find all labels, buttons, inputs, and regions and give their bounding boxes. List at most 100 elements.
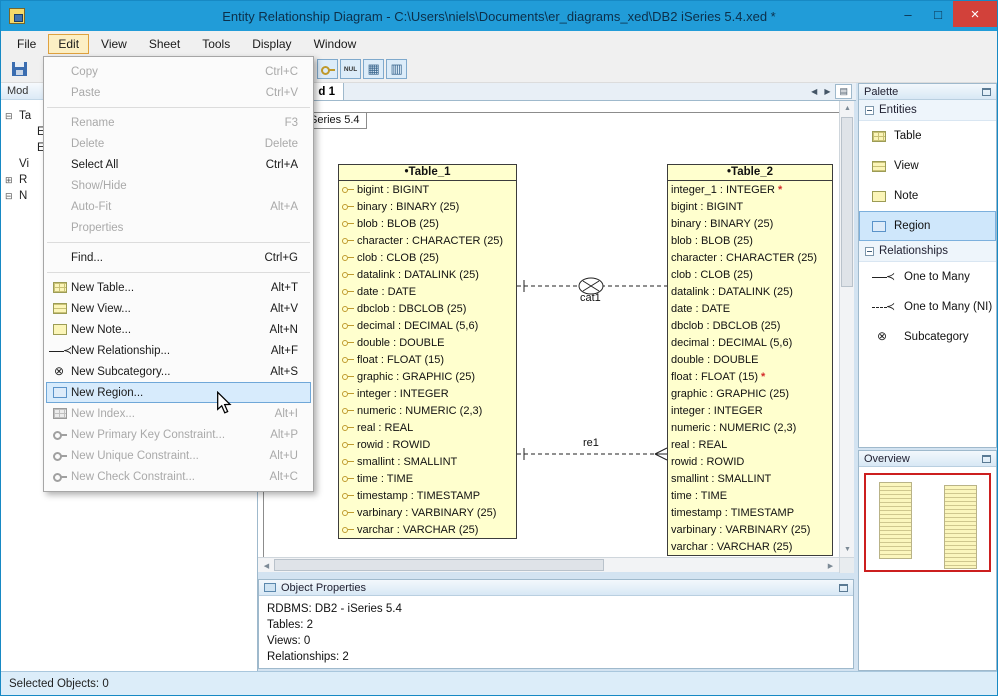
menu-item[interactable]: View — [91, 34, 137, 54]
tree-expander-icon[interactable]: ⊞ — [5, 175, 16, 186]
entity-table-1[interactable]: •Table_1 bigint : BIGINT binary : BINARY… — [338, 164, 517, 539]
scroll-up-icon[interactable]: ▲ — [840, 101, 855, 116]
vertical-scroll-thumb[interactable] — [841, 117, 853, 287]
table-column-row[interactable]: varchar : VARCHAR (25) — [339, 521, 516, 538]
table-column-row[interactable]: float : FLOAT (15) * — [668, 368, 832, 385]
palette-item[interactable]: One to Many — [859, 262, 996, 292]
table-column-row[interactable]: smallint : SMALLINT — [339, 453, 516, 470]
palette-item[interactable]: Table — [859, 121, 996, 151]
palette-item[interactable]: Subcategory — [859, 322, 996, 352]
edit-menu-item[interactable]: Select All Ctrl+A — [46, 154, 311, 175]
palette-item[interactable]: Note — [859, 181, 996, 211]
tab-list-button[interactable]: ▤ — [835, 84, 852, 99]
table-header[interactable]: •Table_2 — [668, 165, 832, 181]
close-button[interactable]: × — [953, 1, 997, 27]
table-column-row[interactable]: decimal : DECIMAL (5,6) — [339, 317, 516, 334]
float-panel-icon[interactable] — [982, 454, 991, 463]
toolbar-toggle-button[interactable] — [317, 59, 338, 79]
relationship-label[interactable]: re1 — [583, 437, 599, 449]
overview-viewport[interactable] — [864, 473, 991, 572]
menu-item[interactable]: Window — [304, 34, 367, 54]
palette-item[interactable]: View — [859, 151, 996, 181]
table-column-row[interactable]: dbclob : DBCLOB (25) — [668, 317, 832, 334]
menu-item[interactable]: Tools — [192, 34, 240, 54]
table-column-row[interactable]: real : REAL — [339, 419, 516, 436]
edit-menu-item[interactable]: Find... Ctrl+G — [46, 247, 311, 268]
table-column-row[interactable]: graphic : GRAPHIC (25) — [668, 385, 832, 402]
menu-item[interactable]: Edit — [48, 33, 90, 54]
table-column-row[interactable]: double : DOUBLE — [668, 351, 832, 368]
table-column-row[interactable]: dbclob : DBCLOB (25) — [339, 300, 516, 317]
palette-item[interactable]: One to Many (NI) — [859, 292, 996, 322]
table-column-row[interactable]: decimal : DECIMAL (5,6) — [668, 334, 832, 351]
edit-menu-item[interactable]: New Note... Alt+N — [46, 319, 311, 340]
menu-item[interactable]: Sheet — [139, 34, 190, 54]
table-column-row[interactable]: double : DOUBLE — [339, 334, 516, 351]
float-panel-icon[interactable] — [839, 583, 848, 592]
table-column-row[interactable]: blob : BLOB (25) — [668, 232, 832, 249]
diagram-canvas[interactable]: Series 5.4 cat1 re1 •Table_1 bigint: BI… — [258, 101, 839, 557]
maximize-button[interactable]: □ — [923, 1, 953, 27]
tab-next-button[interactable]: ▶ — [822, 84, 832, 99]
table-column-row[interactable]: float : FLOAT (15) — [339, 351, 516, 368]
menu-item[interactable]: Display — [242, 34, 301, 54]
table-column-row[interactable]: rowid : ROWID — [668, 453, 832, 470]
table-column-row[interactable]: rowid : ROWID — [339, 436, 516, 453]
table-column-row[interactable]: clob : CLOB (25) — [339, 249, 516, 266]
table-header[interactable]: •Table_1 — [339, 165, 516, 181]
edit-menu-item[interactable]: New Region... — [46, 382, 311, 403]
collapse-icon[interactable] — [865, 105, 874, 115]
table-column-row[interactable]: time : TIME — [668, 487, 832, 504]
save-button[interactable] — [9, 59, 30, 79]
table-column-row[interactable]: integer : INTEGER — [668, 402, 832, 419]
table-column-row[interactable]: binary : BINARY (25) — [339, 198, 516, 215]
menu-item[interactable]: File — [7, 34, 46, 54]
palette-section-entities[interactable]: Entities — [859, 100, 996, 121]
table-column-row[interactable]: blob : BLOB (25) — [339, 215, 516, 232]
collapse-icon[interactable] — [865, 246, 874, 256]
toolbar-toggle-button[interactable] — [386, 59, 407, 79]
table-column-row[interactable]: datalink : DATALINK (25) — [339, 266, 516, 283]
minimize-button[interactable]: – — [893, 1, 923, 27]
edit-menu-item[interactable]: New Relationship... Alt+F — [46, 340, 311, 361]
scroll-right-icon[interactable]: ▶ — [823, 558, 838, 573]
toolbar-toggle-button[interactable]: NUL — [340, 59, 361, 79]
palette-section-relationships[interactable]: Relationships — [859, 241, 996, 262]
table-column-row[interactable]: bigint : BIGINT — [668, 198, 832, 215]
table-column-row[interactable]: smallint : SMALLINT — [668, 470, 832, 487]
edit-menu-item[interactable]: New Table... Alt+T — [46, 277, 311, 298]
palette-item[interactable]: Region — [859, 211, 996, 241]
scroll-down-icon[interactable]: ▼ — [840, 542, 855, 557]
table-column-row[interactable]: time : TIME — [339, 470, 516, 487]
tree-expander-icon[interactable]: ⊟ — [5, 111, 16, 122]
edit-menu-item[interactable]: New Subcategory... Alt+S — [46, 361, 311, 382]
table-column-row[interactable]: date : DATE — [339, 283, 516, 300]
float-panel-icon[interactable] — [982, 87, 991, 96]
table-column-row[interactable]: bigint : BIGINT — [339, 181, 516, 198]
table-column-row[interactable]: numeric : NUMERIC (2,3) — [668, 419, 832, 436]
table-column-row[interactable]: binary : BINARY (25) — [668, 215, 832, 232]
relationship-label[interactable]: cat1 — [580, 292, 601, 304]
vertical-scrollbar[interactable]: ▲ ▼ — [839, 101, 854, 557]
scroll-left-icon[interactable]: ◀ — [259, 558, 274, 573]
table-column-row[interactable]: real : REAL — [668, 436, 832, 453]
table-column-row[interactable]: character : CHARACTER (25) — [668, 249, 832, 266]
table-column-row[interactable]: timestamp : TIMESTAMP — [339, 487, 516, 504]
table-column-row[interactable]: timestamp : TIMESTAMP — [668, 504, 832, 521]
edit-menu-item[interactable]: New View... Alt+V — [46, 298, 311, 319]
table-column-row[interactable]: character : CHARACTER (25) — [339, 232, 516, 249]
horizontal-scrollbar[interactable]: ◀ ▶ — [258, 557, 854, 573]
table-column-row[interactable]: varchar : VARCHAR (25) — [668, 538, 832, 555]
table-column-row[interactable]: clob : CLOB (25) — [668, 266, 832, 283]
toolbar-toggle-button[interactable] — [363, 59, 384, 79]
table-column-row[interactable]: integer_1 : INTEGER * — [668, 181, 832, 198]
entity-table-2[interactable]: •Table_2 integer_1 : INTEGER * bigint : … — [667, 164, 833, 556]
table-column-row[interactable]: datalink : DATALINK (25) — [668, 283, 832, 300]
table-column-row[interactable]: numeric : NUMERIC (2,3) — [339, 402, 516, 419]
table-column-row[interactable]: varbinary : VARBINARY (25) — [339, 504, 516, 521]
table-column-row[interactable]: date : DATE — [668, 300, 832, 317]
tab-prev-button[interactable]: ◀ — [809, 84, 819, 99]
horizontal-scroll-thumb[interactable] — [274, 559, 604, 571]
table-column-row[interactable]: graphic : GRAPHIC (25) — [339, 368, 516, 385]
tree-expander-icon[interactable]: ⊟ — [5, 191, 16, 202]
